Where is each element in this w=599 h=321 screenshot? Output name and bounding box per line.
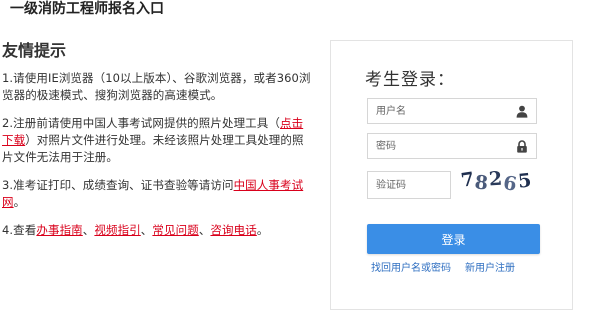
page: 一级消防工程师报名入口 友情提示 1.请使用IE浏览器（10以上版本）、谷歌浏览… — [0, 0, 599, 321]
tip-4-prefix: 4.查看 — [2, 223, 37, 237]
faq-link[interactable]: 常见问题 — [152, 223, 198, 237]
forgot-credentials-link[interactable]: 找回用户名或密码 — [371, 263, 451, 274]
tip-4-sep-1: 、 — [82, 223, 95, 237]
tip-1-text: 1.请使用IE浏览器（10以上版本）、谷歌浏览器，或者360浏览器的极速模式、搜… — [2, 71, 311, 102]
username-field-wrapper — [367, 98, 537, 124]
tip-4-sep-2: 、 — [140, 223, 153, 237]
tip-2-prefix: 2.注册前请使用中国人事考试网提供的照片处理工具（ — [2, 116, 280, 130]
captcha-char: 5 — [516, 169, 534, 193]
video-guide-link[interactable]: 视频指引 — [94, 223, 140, 237]
page-title: 一级消防工程师报名入口 — [10, 1, 164, 17]
tips-heading: 友情提示 — [2, 41, 67, 60]
tip-4: 4.查看办事指南、视频指引、常见问题、咨询电话。 — [2, 222, 314, 239]
lock-icon — [517, 140, 527, 153]
tip-1: 1.请使用IE浏览器（10以上版本）、谷歌浏览器，或者360浏览器的极速模式、搜… — [2, 70, 314, 104]
tips-panel: 友情提示 1.请使用IE浏览器（10以上版本）、谷歌浏览器，或者360浏览器的极… — [2, 40, 314, 250]
tip-3-suffix: 。 — [13, 195, 26, 209]
tip-2-suffix: ）对照片文件进行处理。未经该照片处理工具处理的照片文件无法用于注册。 — [2, 133, 304, 164]
captcha-field-wrapper — [367, 171, 451, 199]
captcha-input[interactable] — [368, 172, 448, 198]
login-links: 找回用户名或密码 新用户注册 — [371, 259, 515, 274]
tip-4-sep-3: 、 — [198, 223, 211, 237]
captcha-char: 6 — [501, 171, 519, 196]
user-icon — [516, 105, 528, 118]
login-title: 考生登录： — [365, 70, 455, 90]
tip-2: 2.注册前请使用中国人事考试网提供的照片处理工具（点击下载）对照片文件进行处理。… — [2, 115, 314, 166]
password-input[interactable] — [368, 134, 508, 158]
password-field-wrapper — [367, 133, 537, 159]
login-box: 考生登录： 78265 登录 找回用户名或密码 新用户注册 — [330, 40, 573, 310]
username-input[interactable] — [368, 99, 508, 123]
guide-link[interactable]: 办事指南 — [36, 223, 82, 237]
login-button[interactable]: 登录 — [367, 224, 540, 254]
tip-4-suffix: 。 — [256, 223, 269, 237]
register-link[interactable]: 新用户注册 — [465, 263, 515, 274]
tip-3-prefix: 3.准考证打印、成绩查询、证书查验等请访问 — [2, 178, 234, 192]
tip-3: 3.准考证打印、成绩查询、证书查验等请访问中国人事考试网。 — [2, 177, 314, 211]
captcha-image[interactable]: 78265 — [460, 168, 534, 199]
hotline-link[interactable]: 咨询电话 — [210, 223, 256, 237]
